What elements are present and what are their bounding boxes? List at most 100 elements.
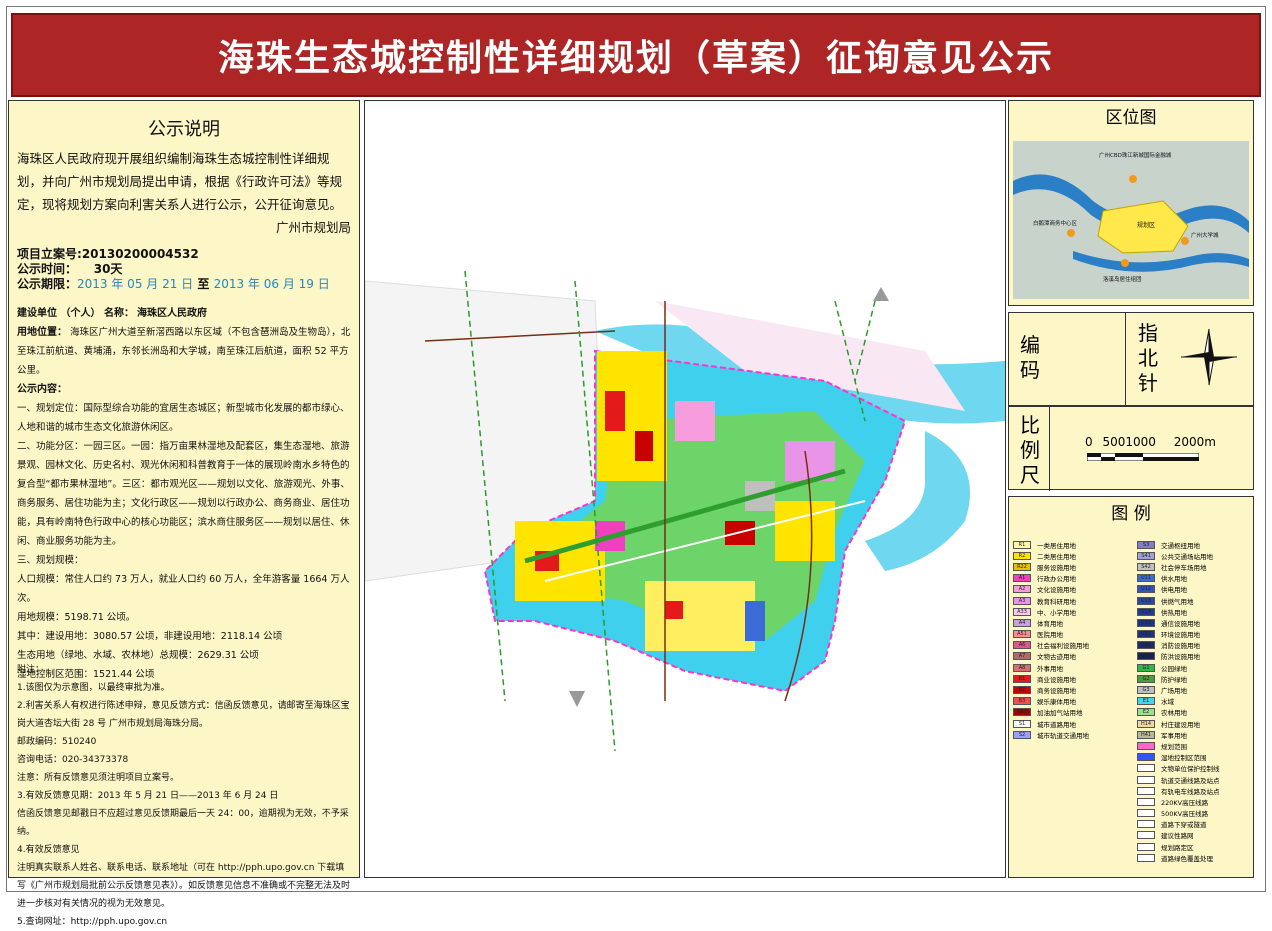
legend-title: 图 例	[1111, 504, 1151, 524]
legend-column-right: S3 交通枢纽用地 S41 公共交通场站用地 S42 社会停车场用地 U11 供水用地 U12 供…	[1137, 539, 1220, 863]
legend-label: 二类居住用地	[1037, 552, 1076, 561]
legend-swatch: U15	[1137, 618, 1155, 627]
legend-left-item: R22 服务设施用地	[1013, 561, 1089, 572]
legend-label: 体育用地	[1037, 619, 1063, 628]
note-8: 4.有效反馈意见	[17, 845, 80, 855]
legend-left-item: R1 一类居住用地	[1013, 539, 1089, 550]
legend-swatch: U31	[1137, 641, 1155, 650]
scale-tick-3: 2000m	[1173, 435, 1216, 449]
site-value: 海珠区广州大道至新滘西路以东区域（不包含琶洲岛及生物岛），北至珠江前航道、黄埔涌…	[17, 327, 351, 376]
legend-label: 道路下穿或隧道	[1161, 821, 1207, 830]
legend-left-item: A51 医院用地	[1013, 629, 1089, 640]
legend-swatch: A8	[1013, 663, 1031, 672]
legend-label: 道路绿色覆盖处理	[1161, 854, 1213, 863]
legend-swatch	[1137, 753, 1155, 762]
side-panel: 区位图 广州CBD珠江新城国际金融城 规划区 白鹅潭商务中心区 广州大学城 洛溪…	[1008, 100, 1254, 878]
legend-swatch: S3	[1137, 540, 1155, 549]
legend-swatch: G2	[1137, 674, 1155, 683]
scale-tick-2: 1000	[1125, 435, 1156, 449]
legend-label: 文物古迹用地	[1037, 653, 1076, 662]
admin-block-1	[675, 401, 715, 441]
legend-right-item: 湿地控制区范围	[1137, 752, 1220, 763]
note-6: 3.有效反馈意见期：2013 年 5 月 21 日——2013 年 6 月 24…	[17, 791, 279, 801]
legend-swatch: E1	[1137, 697, 1155, 706]
legend-swatch: A51	[1013, 630, 1031, 639]
commercial-block-1	[605, 391, 625, 431]
legend-right-item: 500KV高压线路	[1137, 808, 1220, 819]
legend-label: 服务设施用地	[1037, 563, 1076, 572]
legend-left-item: A7 文物古迹用地	[1013, 651, 1089, 662]
legend-right-item: G3 广场用地	[1137, 684, 1220, 695]
legend-swatch: U14	[1137, 607, 1155, 616]
legend-right-item: U32 防洪设施用地	[1137, 651, 1220, 662]
legend-swatch: U12	[1137, 585, 1155, 594]
legend-swatch: U13	[1137, 596, 1155, 605]
legend-label: 轨道交通线路及站点	[1161, 776, 1220, 785]
legend-label: 娱乐康体用地	[1037, 698, 1076, 707]
location-map-image[interactable]: 广州CBD珠江新城国际金融城 规划区 白鹅潭商务中心区 广州大学城 洛溪岛居住组…	[1013, 141, 1249, 299]
legend-right-item: U31 消防设施用地	[1137, 640, 1220, 651]
scale-tick-1: 500	[1102, 435, 1126, 449]
legend-label: 社会停车场用地	[1161, 563, 1207, 572]
legend-label: 防护绿地	[1161, 675, 1187, 684]
date-start: 2013 年 05 月 21 日	[77, 277, 194, 291]
legend-label: 文物单位保护控制线	[1161, 765, 1220, 774]
legend-swatch: U32	[1137, 652, 1155, 661]
legend-label: 湿地控制区范围	[1161, 754, 1207, 763]
loc-river-2	[1073, 251, 1249, 272]
legend-swatch: R1	[1013, 540, 1031, 549]
legend-label: 环境设施用地	[1161, 631, 1200, 640]
period-value: 30天	[93, 262, 123, 276]
legend-swatch: S1	[1013, 719, 1031, 728]
commercial-block-2	[635, 431, 653, 461]
legend-swatch	[1137, 741, 1155, 750]
period-row: 公示时间： 30天	[17, 262, 351, 277]
legend-left-item: B41 加油加气站用地	[1013, 707, 1089, 718]
legend-label: 供热用地	[1161, 608, 1187, 617]
notice-intro: 海珠区人民政府现开展组织编制海珠生态城控制性详细规划，并向广州市规划局提出申请，…	[17, 147, 351, 239]
section-1: 二、功能分区：一园三区。一园：指万亩果林湿地及配套区，集生态湿地、旅游景观、园林…	[17, 441, 350, 547]
legend-swatch	[1137, 764, 1155, 773]
legend-right-item: 建议性路网	[1137, 830, 1220, 841]
note-4: 咨询电话：020-34373378	[17, 755, 129, 765]
land-use-map[interactable]	[364, 100, 1006, 878]
legend-label: 供水用地	[1161, 575, 1187, 584]
section-2: 三、规划规模：	[17, 555, 84, 566]
page-title: 海珠生态城控制性详细规划（草案）征询意见公示	[217, 38, 1054, 79]
section-3: 人口规模：常住人口约 73 万人，就业人口约 60 万人，全年游客量 1664 …	[17, 574, 350, 604]
loc-label-baietan: 白鹅潭商务中心区	[1033, 219, 1078, 227]
legend-swatch: A3	[1013, 596, 1031, 605]
code-label: 编码	[1020, 333, 1040, 382]
legend-left-item: B3 娱乐康体用地	[1013, 696, 1089, 707]
legend-left-item: B1 商业设施用地	[1013, 673, 1089, 684]
legend-right-item: E1 水域	[1137, 696, 1220, 707]
legend-right-item: S41 公共交通场站用地	[1137, 550, 1220, 561]
legend-swatch: R2	[1013, 551, 1031, 560]
land-use-map-svg	[365, 270, 1005, 752]
legend-left-item: A6 社会福利设施用地	[1013, 640, 1089, 651]
notice-heading: 公示说明	[148, 119, 220, 140]
notice-panel: 公示说明 海珠区人民政府现开展组织编制海珠生态城控制性详细规划，并向广州市规划局…	[8, 100, 360, 927]
note-10: 5.查询网址：http://pph.upo.gov.cn	[17, 917, 168, 927]
note-2: 2.利害关系人有权进行陈述申辩，意见反馈方式：信函反馈意见，请邮寄至海珠区宝岗大…	[17, 701, 350, 729]
legend-column-left: R1 一类居住用地 R2 二类居住用地 R22 服务设施用地 A1 行政办公用地 A2 文化设施用…	[1013, 539, 1089, 740]
legend-label: 规划范围	[1161, 742, 1187, 751]
legend-swatch: S41	[1137, 551, 1155, 560]
legend-left-item: S1 城市道路用地	[1013, 718, 1089, 729]
residential-zone-3	[645, 581, 755, 651]
commercial-block-5	[665, 601, 683, 619]
legend-right-item: 文物单位保护控制线	[1137, 763, 1220, 774]
legend-swatch: H14	[1137, 719, 1155, 728]
site-row: 用地位置： 海珠区广州大道至新滘西路以东区域（不包含琶洲岛及生物岛），北至珠江前…	[17, 323, 351, 380]
legend-label: 防洪设施用地	[1161, 653, 1200, 662]
legend-box: 图 例 R1 一类居住用地 R2 二类居住用地 R22 服务设施用地 A1 行政办公用地 A2 文…	[1008, 496, 1254, 878]
legend-right-item: 规划路定区	[1137, 841, 1220, 852]
legend-label: 500KV高压线路	[1161, 810, 1209, 819]
legend-right-item: E2 农林用地	[1137, 707, 1220, 718]
legend-left-item: A33 中、小学用地	[1013, 606, 1089, 617]
legend-label: 公园绿地	[1161, 664, 1187, 673]
legend-swatch: G1	[1137, 663, 1155, 672]
legend-swatch: S2	[1013, 730, 1031, 739]
legend-left-item: B2 商务设施用地	[1013, 684, 1089, 695]
scale-tick-0: 0	[1085, 435, 1093, 449]
